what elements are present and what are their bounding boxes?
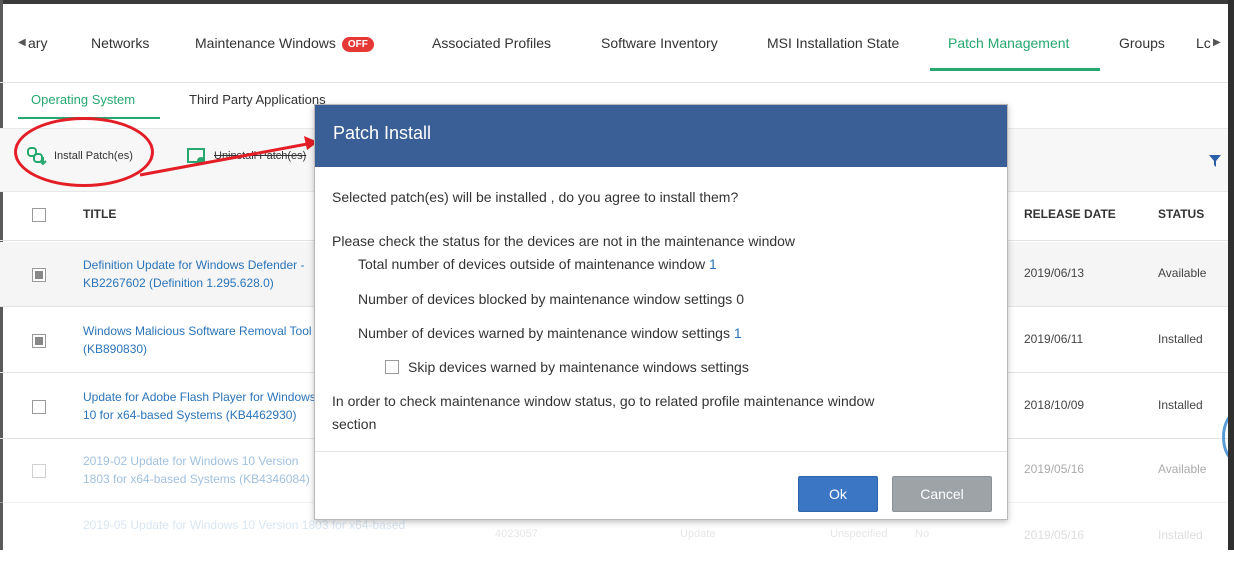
tab-summary[interactable]: ary [28, 35, 47, 51]
tab-maintenance-windows-label: Maintenance Windows [195, 35, 336, 51]
release-date: 2019/05/16 [1024, 462, 1085, 476]
check-status-text: Please check the status for the devices … [332, 233, 796, 249]
off-badge: OFF [341, 37, 374, 52]
blocked-row: Number of devices blocked by maintenance… [358, 291, 744, 307]
outside-window-row: Total number of devices outside of maint… [358, 256, 717, 272]
info-text-line1: In order to check maintenance window sta… [332, 393, 875, 409]
subtab-third-party-applications[interactable]: Third Party Applications [189, 92, 326, 107]
status-text: Available [1158, 266, 1207, 280]
subtab-operating-system[interactable]: Operating System [31, 92, 135, 107]
tab-maintenance-windows[interactable]: Maintenance Windows OFF [195, 35, 374, 52]
kb-number: 4023057 [495, 528, 538, 540]
patch-title-link[interactable]: 2019-02 Update for Windows 10 Version 18… [83, 452, 323, 488]
annotation-ellipse [14, 117, 154, 187]
tab-networks[interactable]: Networks [91, 35, 149, 51]
warned-label: Number of devices warned by maintenance … [358, 325, 730, 341]
status-text: Installed [1158, 398, 1203, 412]
tab-associated-profiles[interactable]: Associated Profiles [432, 35, 551, 51]
row-checkbox[interactable] [32, 400, 46, 414]
column-header-title[interactable]: TITLE [83, 207, 116, 221]
tab-local[interactable]: Lc [1196, 35, 1211, 51]
active-tab-indicator [930, 68, 1100, 71]
tab-groups[interactable]: Groups [1119, 35, 1165, 51]
dialog-title: Patch Install [333, 123, 432, 143]
install-question: Selected patch(es) will be installed , d… [332, 189, 739, 205]
release-date: 2019/06/13 [1024, 266, 1085, 280]
page: ◀ ary Networks Maintenance Windows OFF As… [0, 0, 1234, 550]
outside-window-label: Total number of devices outside of maint… [358, 256, 706, 272]
uninstall-patches-button[interactable]: Uninstall Patch(es) [186, 145, 306, 167]
filter-icon[interactable] [1208, 154, 1222, 168]
row-checkbox[interactable] [32, 334, 46, 348]
severity-text: Unspecified [830, 528, 888, 540]
patch-title-link[interactable]: Update for Adobe Flash Player for Window… [83, 388, 323, 424]
status-text: Installed [1158, 332, 1203, 346]
tab-software-inventory[interactable]: Software Inventory [601, 35, 718, 51]
blocked-label: Number of devices blocked by maintenance… [358, 291, 733, 307]
warned-row: Number of devices warned by maintenance … [358, 325, 742, 341]
patch-install-dialog: Patch Install Selected patch(es) will be… [314, 104, 1008, 520]
main-tab-bar: ◀ ary Networks Maintenance Windows OFF As… [0, 4, 1228, 83]
tab-scroll-left-icon[interactable]: ◀ [18, 37, 26, 48]
column-header-status[interactable]: STATUS [1158, 207, 1204, 221]
row-checkbox[interactable] [32, 268, 46, 282]
patch-title-link[interactable]: Definition Update for Windows Defender -… [83, 256, 323, 292]
uninstall-patches-label: Uninstall Patch(es) [214, 150, 307, 162]
dialog-header: Patch Install [315, 105, 1007, 167]
release-date: 2018/10/09 [1024, 398, 1085, 412]
row-checkbox[interactable] [32, 464, 46, 478]
reboot-text: No [915, 528, 930, 540]
status-text: Installed [1158, 528, 1203, 542]
cancel-button[interactable]: Cancel [892, 476, 992, 512]
patch-title-link[interactable]: Windows Malicious Software Removal Tool … [83, 322, 323, 358]
ok-button[interactable]: Ok [798, 476, 878, 512]
release-date: 2019/05/16 [1024, 528, 1085, 542]
info-text-line2: section [332, 416, 377, 432]
column-header-release-date[interactable]: RELEASE DATE [1024, 207, 1116, 221]
skip-warned-label: Skip devices warned by maintenance windo… [408, 359, 749, 375]
status-text: Available [1158, 462, 1207, 476]
uninstall-patch-icon [187, 148, 205, 165]
release-date: 2019/06/11 [1024, 332, 1084, 346]
window-frame-right [1228, 0, 1234, 550]
dialog-footer: Ok Cancel [315, 451, 1007, 520]
tab-patch-management[interactable]: Patch Management [948, 35, 1069, 51]
skip-warned-checkbox[interactable] [385, 360, 399, 374]
category-text: Update [680, 528, 716, 540]
outside-window-count[interactable]: 1 [709, 256, 717, 272]
blocked-count: 0 [736, 291, 744, 307]
tab-scroll-right-icon[interactable]: ▶ [1213, 37, 1221, 48]
warned-count[interactable]: 1 [734, 325, 742, 341]
select-all-checkbox[interactable] [32, 208, 46, 222]
tab-msi-installation-state[interactable]: MSI Installation State [767, 35, 899, 51]
